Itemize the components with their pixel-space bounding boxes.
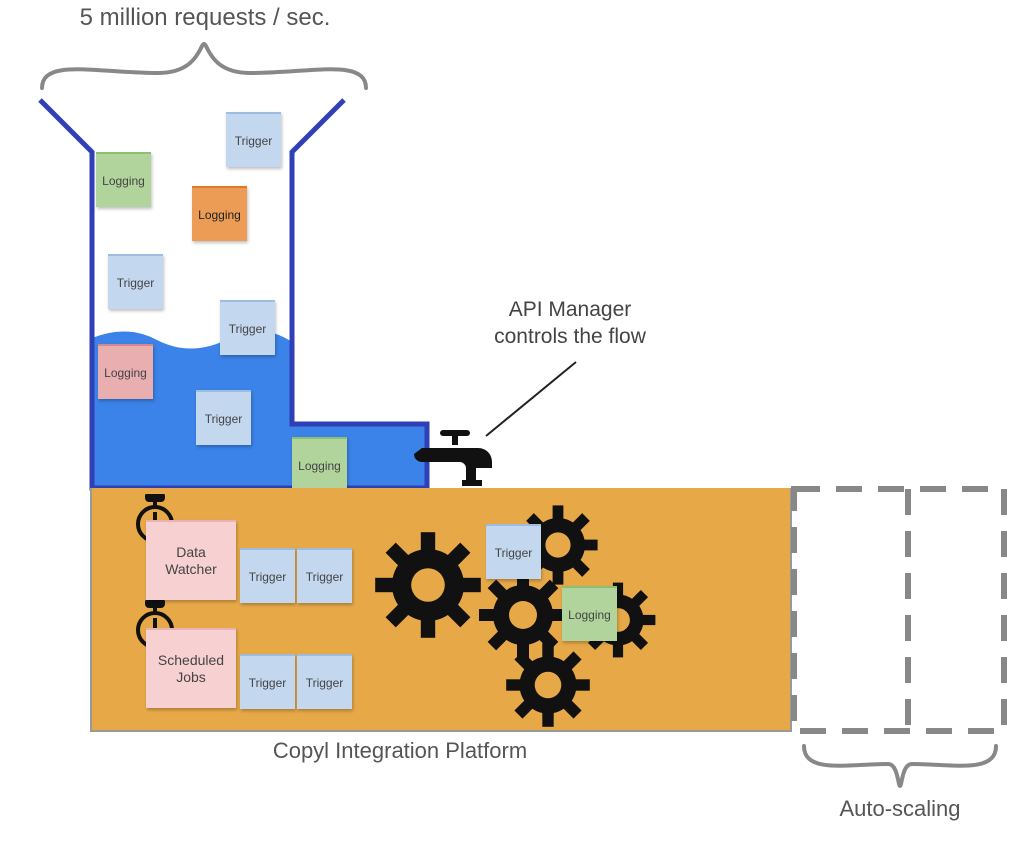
note-trigger: Trigger — [226, 112, 281, 167]
note-data-watcher: Data Watcher — [146, 520, 236, 600]
note-logging: Logging — [562, 586, 617, 641]
note-trigger: Trigger — [240, 548, 295, 603]
requests-per-second-label: 5 million requests / sec. — [50, 4, 360, 32]
note-trigger: Trigger — [240, 654, 295, 709]
diagram-stage: 5 million requests / sec. Trigger Loggin… — [0, 0, 1024, 843]
note-trigger: Trigger — [297, 548, 352, 603]
autoscale-dashed-box-icon — [790, 485, 1010, 737]
api-manager-annotation: API Manager controls the flow — [460, 296, 680, 351]
platform-label: Copyl Integration Platform — [210, 738, 590, 764]
note-logging: Logging — [292, 437, 347, 492]
leader-line-icon — [480, 358, 600, 448]
note-logging: Logging — [192, 186, 247, 241]
note-trigger: Trigger — [486, 524, 541, 579]
top-curly-brace-icon — [38, 38, 370, 98]
note-scheduled-jobs: Scheduled Jobs — [146, 628, 236, 708]
autoscale-label: Auto-scaling — [820, 796, 980, 822]
api-label-line1: API Manager — [509, 298, 632, 321]
note-trigger: Trigger — [220, 300, 275, 355]
note-trigger: Trigger — [196, 390, 251, 445]
note-trigger: Trigger — [297, 654, 352, 709]
note-logging: Logging — [98, 344, 153, 399]
note-logging: Logging — [96, 152, 151, 207]
bottom-curly-brace-icon — [800, 740, 1000, 796]
api-label-line2: controls the flow — [494, 325, 646, 348]
note-trigger: Trigger — [108, 254, 163, 309]
